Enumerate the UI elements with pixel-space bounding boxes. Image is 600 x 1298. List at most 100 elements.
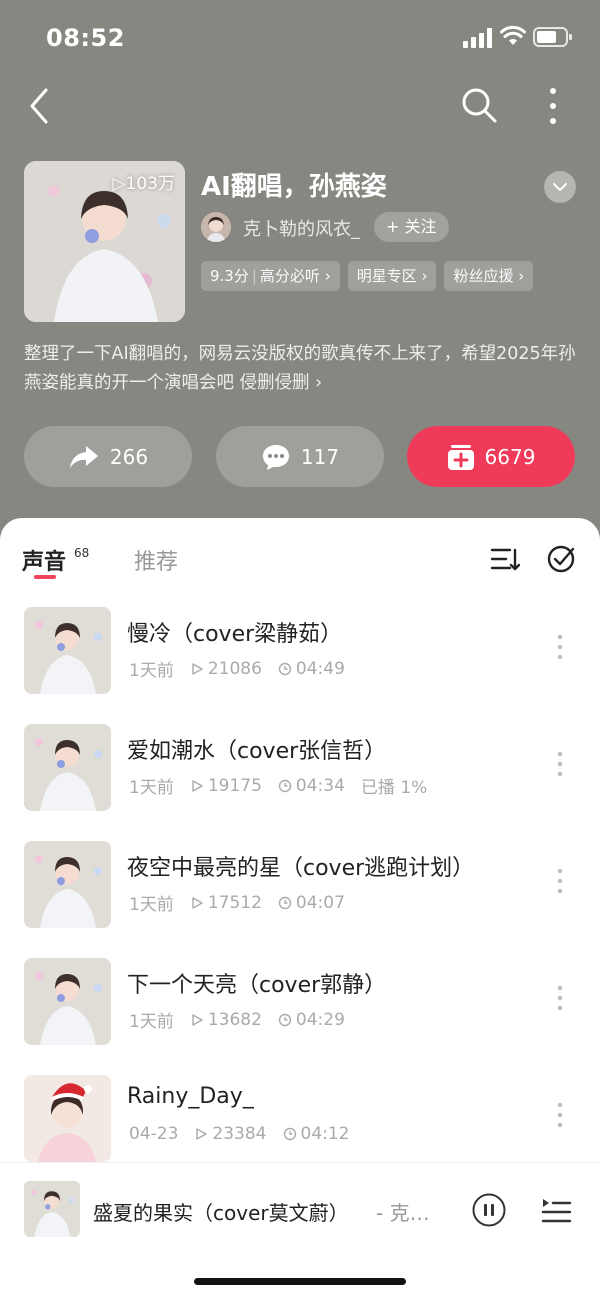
wifi-icon [500, 25, 526, 45]
tag-score[interactable]: 9.3分 | 高分必听 › [201, 261, 340, 291]
battery-icon [533, 27, 572, 47]
tab-voice[interactable]: 声音 [22, 544, 66, 576]
play-count-icon [192, 779, 203, 792]
track-more-icon[interactable] [552, 983, 568, 1013]
playlist-cover[interactable]: ▷103万 [24, 161, 185, 322]
playlist-title: AI翻唱，孙燕姿 [201, 172, 387, 202]
cover-play-count: ▷103万 [112, 174, 175, 194]
action-bar: 266 117 6679 [24, 426, 576, 487]
track-played-progress: 已播 1% [360, 778, 428, 798]
track-title: Rainy_Day_ [127, 1084, 254, 1109]
share-count: 266 [109, 444, 149, 469]
track-title: 慢冷（cover梁静茹） [127, 622, 343, 647]
chevron-down-icon[interactable] [544, 171, 576, 203]
track-row[interactable]: 下一个天亮（cover郭静） 1天前 13682 04:29 [0, 955, 600, 1045]
tag-star-zone[interactable]: 明星专区 › [347, 261, 437, 291]
share-button[interactable]: 266 [24, 426, 192, 487]
tab-recommend[interactable]: 推荐 [134, 544, 178, 576]
track-row[interactable]: 夜空中最亮的星（cover逃跑计划） 1天前 17512 04:07 [0, 838, 600, 928]
track-date: 1天前 [129, 661, 174, 681]
track-row[interactable]: Rainy_Day_ 04-23 23384 04:12 [0, 1072, 600, 1162]
track-more-icon[interactable] [552, 1100, 568, 1130]
pause-icon[interactable] [472, 1193, 506, 1227]
play-count-icon [192, 662, 203, 675]
track-date: 04-23 [129, 1124, 179, 1144]
track-plays: 13682 [207, 1009, 262, 1030]
tag-fan-support[interactable]: 粉丝应援 › [444, 261, 534, 291]
track-title: 爱如潮水（cover张信哲） [127, 739, 387, 764]
track-thumbnail [24, 607, 111, 694]
play-count-icon [192, 896, 203, 909]
playlist-tags: 9.3分 | 高分必听 › 明星专区 › 粉丝应援 › [201, 261, 534, 291]
creator-avatar[interactable] [201, 212, 231, 242]
track-artwork [24, 958, 111, 1045]
track-duration: 04:12 [300, 1124, 350, 1144]
track-date: 1天前 [129, 1012, 174, 1032]
more-vertical-icon[interactable] [542, 86, 564, 126]
screen: 08:52 ▷103万 AI翻唱，孙燕姿 克卜勒的风衣_ + 关注 9.3分 |… [0, 0, 600, 1298]
track-more-icon[interactable] [552, 866, 568, 896]
track-row[interactable]: 爱如潮水（cover张信哲） 1天前 19175 04:34 已播 1% [0, 721, 600, 811]
status-time: 08:52 [46, 24, 125, 52]
player-artwork [24, 1181, 80, 1237]
comment-count: 117 [300, 444, 340, 469]
avatar-image [201, 212, 231, 242]
track-thumbnail [24, 958, 111, 1045]
track-thumbnail [24, 841, 111, 928]
back-chevron-icon[interactable] [24, 86, 54, 126]
track-row[interactable]: 慢冷（cover梁静茹） 1天前 21086 04:49 [0, 604, 600, 694]
clock-icon [283, 1127, 296, 1141]
track-plays: 23384 [212, 1124, 267, 1144]
track-meta: 1天前 21086 04:49 [129, 656, 345, 682]
track-thumbnail [24, 1075, 111, 1162]
share-icon [69, 445, 98, 468]
player-artist: - 克… [376, 1201, 430, 1225]
track-artwork [24, 724, 111, 811]
track-thumbnail [24, 724, 111, 811]
multi-select-check-icon[interactable] [546, 544, 576, 574]
clock-icon [278, 662, 292, 675]
search-icon[interactable] [460, 86, 498, 124]
track-more-icon[interactable] [552, 749, 568, 779]
tag-score-label: 高分必听 › [259, 267, 331, 285]
track-title: 夜空中最亮的星（cover逃跑计划） [127, 856, 475, 881]
track-plays: 19175 [207, 775, 262, 796]
cellular-signal-icon [463, 28, 492, 48]
follow-button[interactable]: + 关注 [374, 212, 449, 242]
status-bar: 08:52 [0, 0, 600, 76]
tab-voice-count: 68 [74, 546, 90, 560]
track-artwork [24, 841, 111, 928]
mini-player[interactable]: 盛夏的果实（cover莫文蔚） - 克… [0, 1162, 600, 1298]
player-thumbnail[interactable] [24, 1181, 80, 1237]
track-duration: 04:34 [295, 775, 345, 796]
track-meta: 04-23 23384 04:12 [129, 1124, 350, 1144]
comment-icon [262, 444, 289, 470]
clock-icon [278, 779, 292, 792]
track-duration: 04:29 [295, 1009, 345, 1030]
track-date: 1天前 [129, 895, 174, 915]
playlist-queue-icon[interactable] [540, 1195, 572, 1225]
track-meta: 1天前 19175 04:34 已播 1% [129, 773, 428, 799]
track-title: 下一个天亮（cover郭静） [127, 973, 387, 998]
player-track-title: 盛夏的果实（cover莫文蔚） [93, 1201, 349, 1225]
track-meta: 1天前 17512 04:07 [129, 890, 345, 916]
track-meta: 1天前 13682 04:29 [129, 1007, 345, 1033]
play-count-icon [192, 1013, 203, 1026]
track-duration: 04:49 [295, 658, 345, 679]
top-nav [0, 80, 600, 132]
collect-button[interactable]: 6679 [407, 426, 575, 487]
playlist-description[interactable]: 整理了一下AI翻唱的，网易云没版权的歌真传不上来了，希望2025年孙燕姿能真的开… [24, 340, 584, 398]
collect-count: 6679 [484, 444, 536, 469]
clock-icon [278, 896, 292, 909]
sort-icon[interactable] [490, 544, 520, 574]
track-plays: 21086 [207, 658, 262, 679]
clock-icon [278, 1013, 292, 1026]
add-to-collection-icon [447, 444, 474, 470]
track-artwork [24, 607, 111, 694]
play-count-icon [196, 1128, 208, 1140]
tab-active-indicator [34, 575, 56, 579]
home-indicator [194, 1278, 406, 1285]
comment-button[interactable]: 117 [216, 426, 384, 487]
track-more-icon[interactable] [552, 632, 568, 662]
creator-name[interactable]: 克卜勒的风衣_ [243, 215, 360, 241]
